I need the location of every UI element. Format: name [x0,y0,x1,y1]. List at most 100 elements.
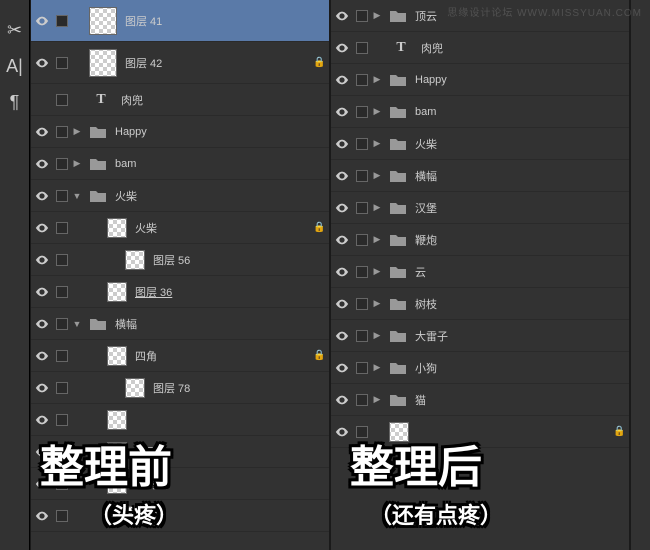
layer-row[interactable]: 图层 41 [31,0,329,42]
layer-row[interactable]: ▶ Happy [31,116,329,148]
layer-row[interactable]: ▼ 横幅 [31,308,329,340]
layer-name[interactable]: 猫 [413,392,629,408]
visibility-toggle[interactable] [331,299,353,309]
layer-row[interactable]: ▶ Happy [331,64,629,96]
checkbox[interactable] [56,510,68,522]
visibility-toggle[interactable] [331,363,353,373]
checkbox[interactable] [56,254,68,266]
visibility-toggle[interactable] [31,191,53,201]
visibility-toggle[interactable] [31,58,53,68]
layer-name[interactable]: 肉兜 [419,40,629,56]
checkbox[interactable] [56,94,68,106]
layer-row[interactable]: ▼ 火柴 [31,180,329,212]
layer-name[interactable]: 树枝 [413,296,629,312]
chevron-right-icon[interactable]: ▶ [71,126,83,137]
layer-row[interactable]: ▶ 汉堡 [331,192,629,224]
layer-row[interactable]: ▶大雷子 [331,320,629,352]
layer-name[interactable]: 汉堡 [413,200,629,216]
checkbox[interactable] [356,42,368,54]
layer-name[interactable]: 横幅 [113,316,329,332]
visibility-toggle[interactable] [31,383,53,393]
checkbox[interactable] [356,170,368,182]
layer-thumbnail[interactable] [107,346,127,366]
layer-row[interactable]: ▶ bam [331,96,629,128]
visibility-toggle[interactable] [331,267,353,277]
visibility-toggle[interactable] [331,235,353,245]
checkbox[interactable] [56,382,68,394]
layer-name[interactable]: 鞭炮 [413,232,629,248]
visibility-toggle[interactable] [331,11,353,21]
visibility-toggle[interactable] [31,511,53,521]
chevron-right-icon[interactable]: ▶ [371,298,383,309]
layer-row[interactable]: 火柴🔒 [31,212,329,244]
layer-row[interactable]: 图层 56 [31,244,329,276]
visibility-toggle[interactable] [331,75,353,85]
checkbox[interactable] [356,138,368,150]
layer-row[interactable]: T肉兜 [331,32,629,64]
checkbox[interactable] [56,286,68,298]
layer-row[interactable]: 四角🔒 [31,340,329,372]
checkbox[interactable] [56,222,68,234]
chevron-down-icon[interactable]: ▼ [71,319,83,329]
layer-name[interactable]: 图层 36 [133,284,329,300]
chevron-right-icon[interactable]: ▶ [371,266,383,277]
layer-thumbnail[interactable] [89,7,117,35]
chevron-down-icon[interactable]: ▼ [71,191,83,201]
visibility-toggle[interactable] [31,127,53,137]
chevron-right-icon[interactable]: ▶ [371,106,383,117]
checkbox[interactable] [356,330,368,342]
layer-row[interactable]: ▶云 [331,256,629,288]
chevron-right-icon[interactable]: ▶ [371,202,383,213]
visibility-toggle[interactable] [331,395,353,405]
chevron-right-icon[interactable]: ▶ [371,74,383,85]
layer-thumbnail[interactable] [125,378,145,398]
checkbox[interactable] [356,234,368,246]
chevron-right-icon[interactable]: ▶ [371,170,383,181]
layer-name[interactable]: 图层 78 [151,380,329,396]
checkbox[interactable] [56,350,68,362]
visibility-toggle[interactable] [331,107,353,117]
layer-name[interactable]: 图层 56 [151,252,329,268]
visibility-toggle[interactable] [31,16,53,26]
layer-name[interactable]: Happy [413,74,629,86]
checkbox[interactable] [356,266,368,278]
visibility-toggle[interactable] [331,171,353,181]
chevron-right-icon[interactable]: ▶ [371,394,383,405]
text-tool-icon[interactable]: A| [6,56,23,77]
layer-row[interactable]: 图层 36 [31,276,329,308]
visibility-toggle[interactable] [331,139,353,149]
layer-thumbnail[interactable] [125,250,145,270]
visibility-toggle[interactable] [31,415,53,425]
checkbox[interactable] [56,414,68,426]
chevron-right-icon[interactable]: ▶ [371,10,383,21]
layer-name[interactable]: Happy [113,126,329,138]
visibility-toggle[interactable] [31,223,53,233]
visibility-toggle[interactable] [331,203,353,213]
chevron-right-icon[interactable]: ▶ [71,158,83,169]
layer-thumbnail[interactable] [89,49,117,77]
checkbox[interactable] [356,298,368,310]
visibility-toggle[interactable] [31,287,53,297]
visibility-toggle[interactable] [31,255,53,265]
layer-name[interactable]: bam [113,158,329,170]
layer-row[interactable]: T肉兜 [31,84,329,116]
layer-name[interactable]: 火柴 [113,188,329,204]
scissors-icon[interactable]: ✂ [7,20,22,41]
chevron-right-icon[interactable]: ▶ [371,362,383,373]
layer-name[interactable]: 大雷子 [413,328,629,344]
checkbox[interactable] [56,158,68,170]
chevron-right-icon[interactable]: ▶ [371,234,383,245]
layer-name[interactable]: 小狗 [413,360,629,376]
layer-name[interactable]: 四角 [133,348,313,364]
layer-name[interactable]: 图层 41 [123,13,329,29]
checkbox[interactable] [356,10,368,22]
layer-name[interactable]: bam [413,106,629,118]
layer-name[interactable]: 肉兜 [119,92,329,108]
layer-row[interactable]: ▶ 树枝 [331,288,629,320]
layer-row[interactable]: ▶ bam [31,148,329,180]
checkbox[interactable] [56,318,68,330]
checkbox[interactable] [356,106,368,118]
visibility-toggle[interactable] [331,43,353,53]
layer-name[interactable]: 横幅 [413,168,629,184]
visibility-toggle[interactable] [31,319,53,329]
